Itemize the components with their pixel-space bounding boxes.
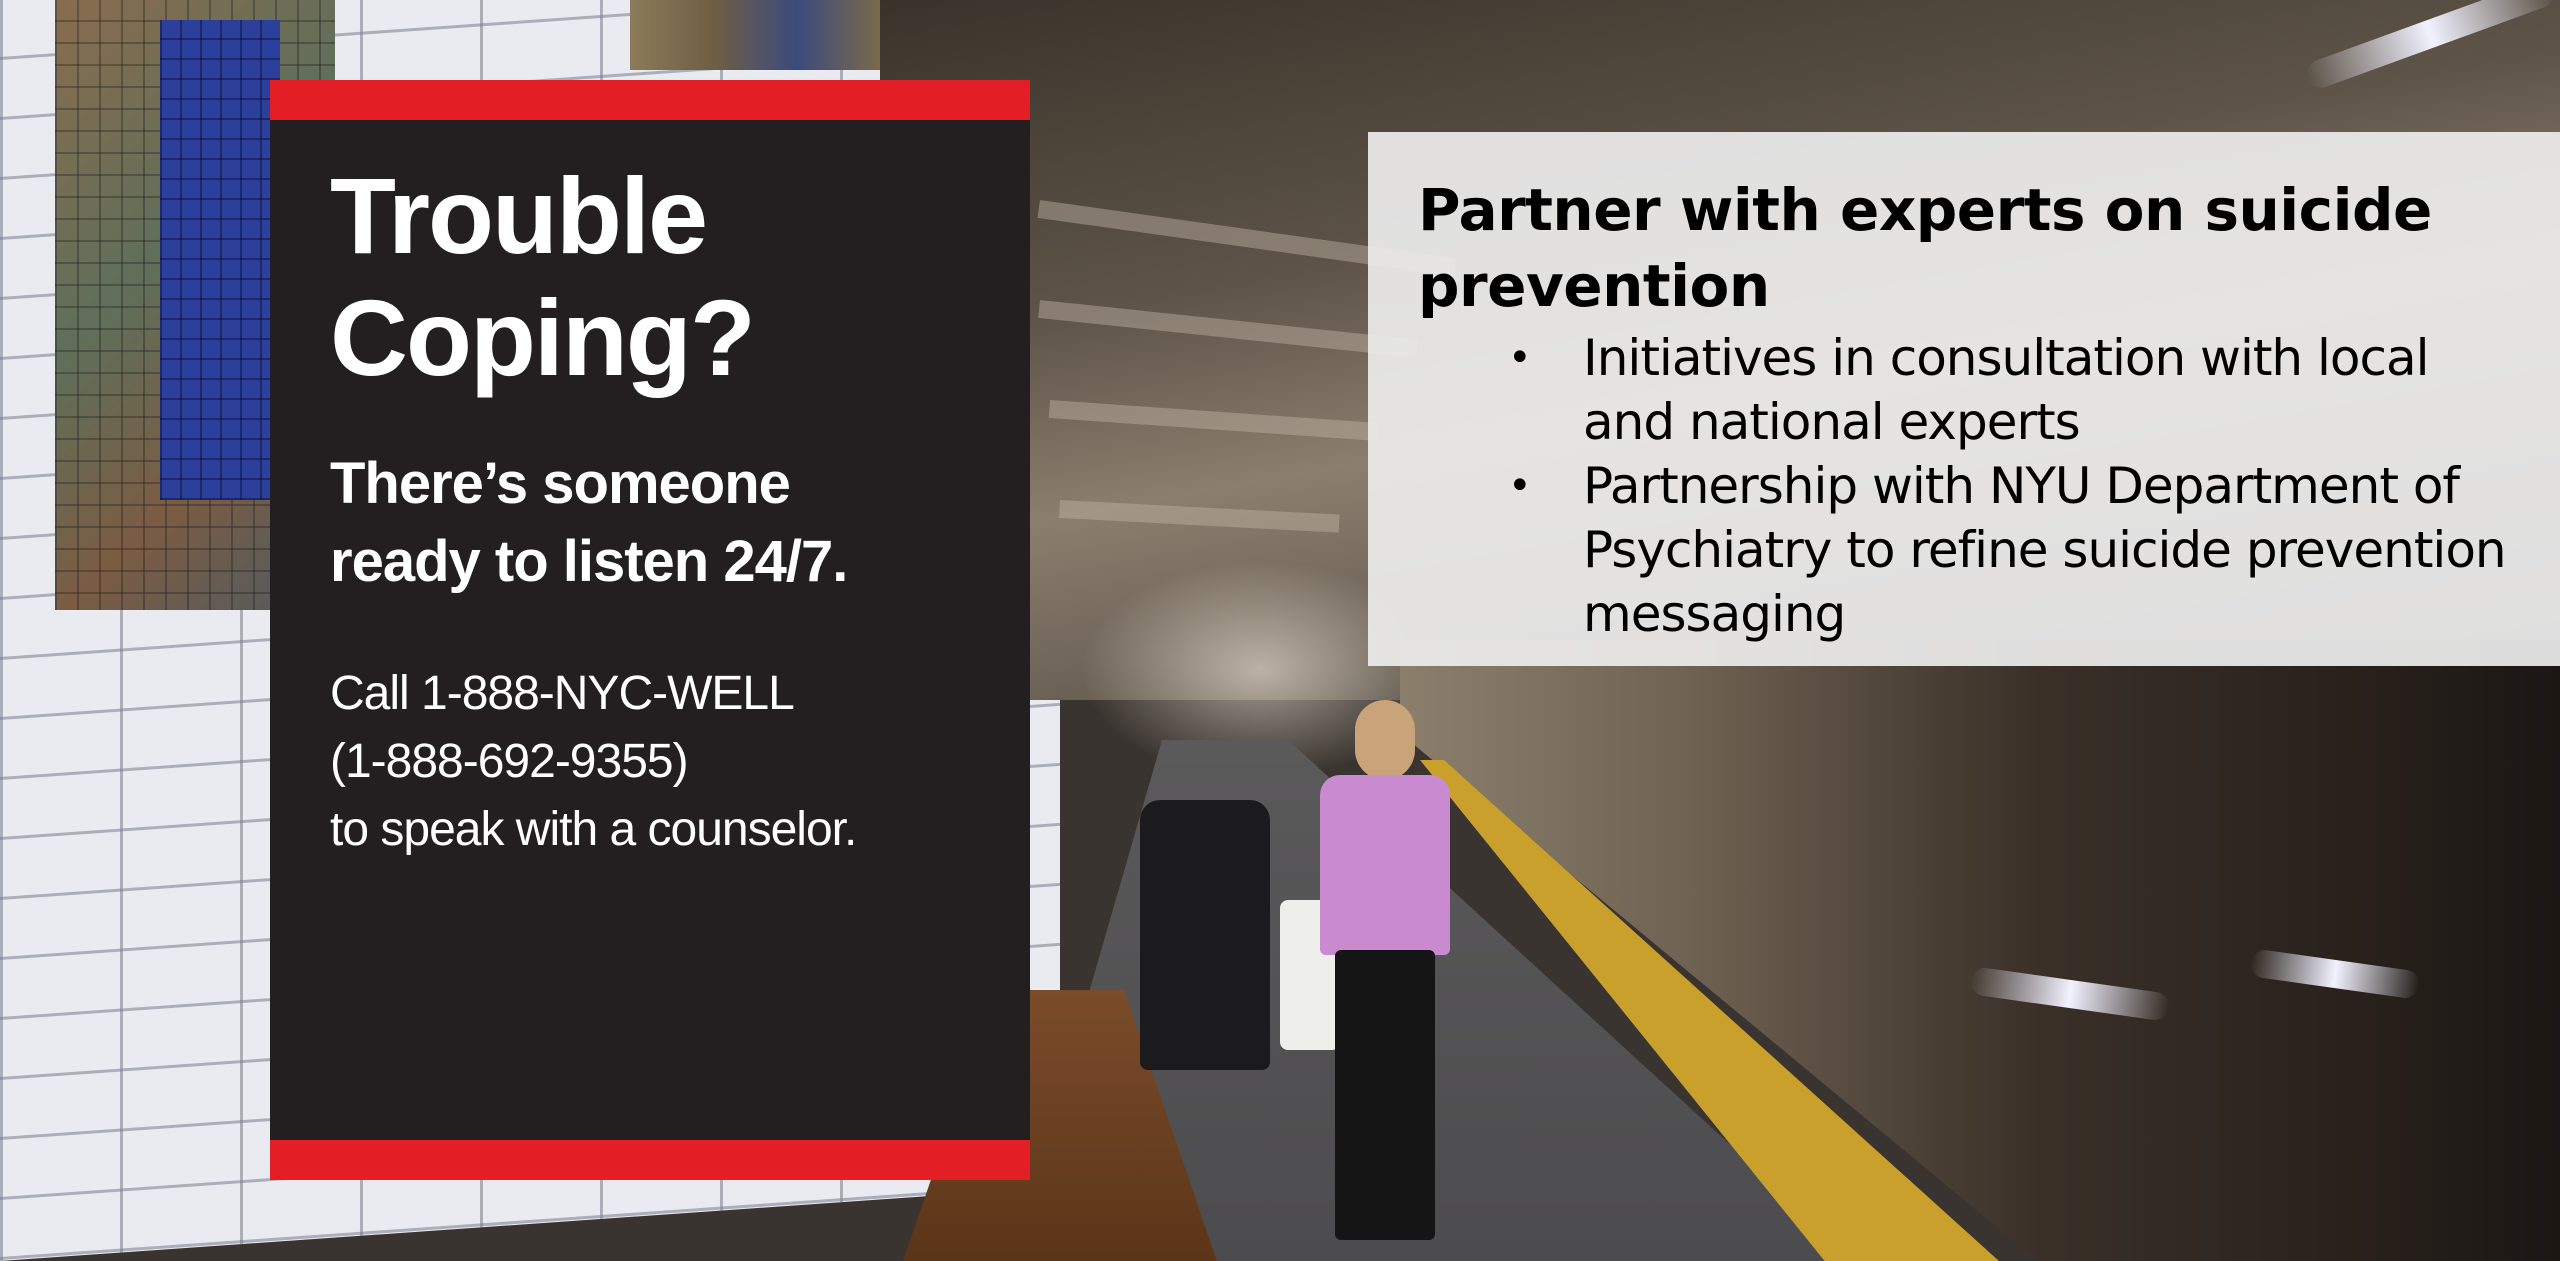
bullet-item: • Initiatives in consultation with local… xyxy=(1508,326,2520,454)
poster-bottom-red-bar xyxy=(270,1140,1030,1180)
commuter-figure xyxy=(1280,700,1460,1240)
bullet-item: • Partnership with NYU Department of Psy… xyxy=(1508,454,2520,646)
bullet-dot: • xyxy=(1508,335,1532,381)
poster-top-red-bar xyxy=(270,80,1030,120)
text-panel: Partner with experts on suicide preventi… xyxy=(1368,132,2560,666)
nyc-well-poster: Trouble Coping? There’s someone ready to… xyxy=(270,80,1030,1180)
bullet-list: • Initiatives in consultation with local… xyxy=(1418,326,2520,646)
panel-title: Partner with experts on suicide preventi… xyxy=(1418,176,2432,320)
bullet-text: Partnership with NYU Department of Psych… xyxy=(1583,457,2507,643)
poster-subheadline: There’s someone ready to listen 24/7. xyxy=(330,451,848,594)
bullet-text: Initiatives in consultation with local a… xyxy=(1583,329,2430,451)
trash-can xyxy=(1140,800,1270,1070)
poster-call-text: Call 1-888-NYC-WELL (1-888-692-9355) to … xyxy=(330,667,857,856)
poster-headline: Trouble Coping? xyxy=(330,155,756,398)
mosaic-top-border xyxy=(630,0,880,70)
mosaic-blue-stripe xyxy=(160,20,280,500)
bullet-dot: • xyxy=(1508,463,1532,509)
